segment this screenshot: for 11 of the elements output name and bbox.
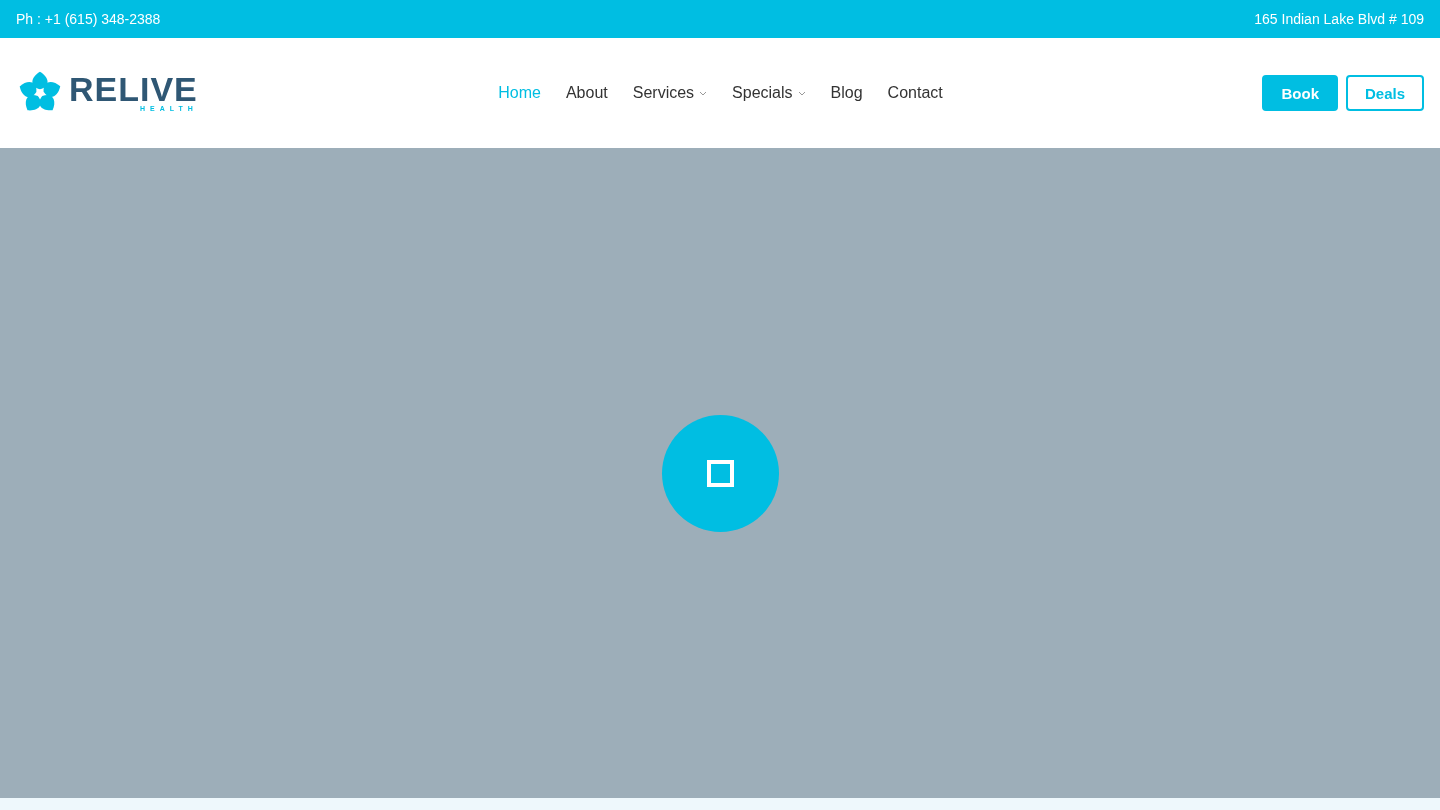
nav-link[interactable]: About: [565, 84, 608, 102]
address: 165 Indian Lake Blvd # 109: [1254, 11, 1424, 27]
nav-link[interactable]: Services: [632, 84, 708, 102]
logo-wordmark: RELIVE: [69, 73, 198, 105]
chevron-down-icon: [699, 90, 708, 96]
nav-link[interactable]: Contact: [887, 84, 943, 102]
nav-link[interactable]: Blog: [830, 84, 863, 102]
chevron-down-icon: [797, 90, 806, 96]
phone-number: Ph : +1 (615) 348-2388: [16, 11, 161, 27]
stop-icon: [706, 459, 734, 487]
nav-link[interactable]: Specials: [732, 84, 806, 102]
